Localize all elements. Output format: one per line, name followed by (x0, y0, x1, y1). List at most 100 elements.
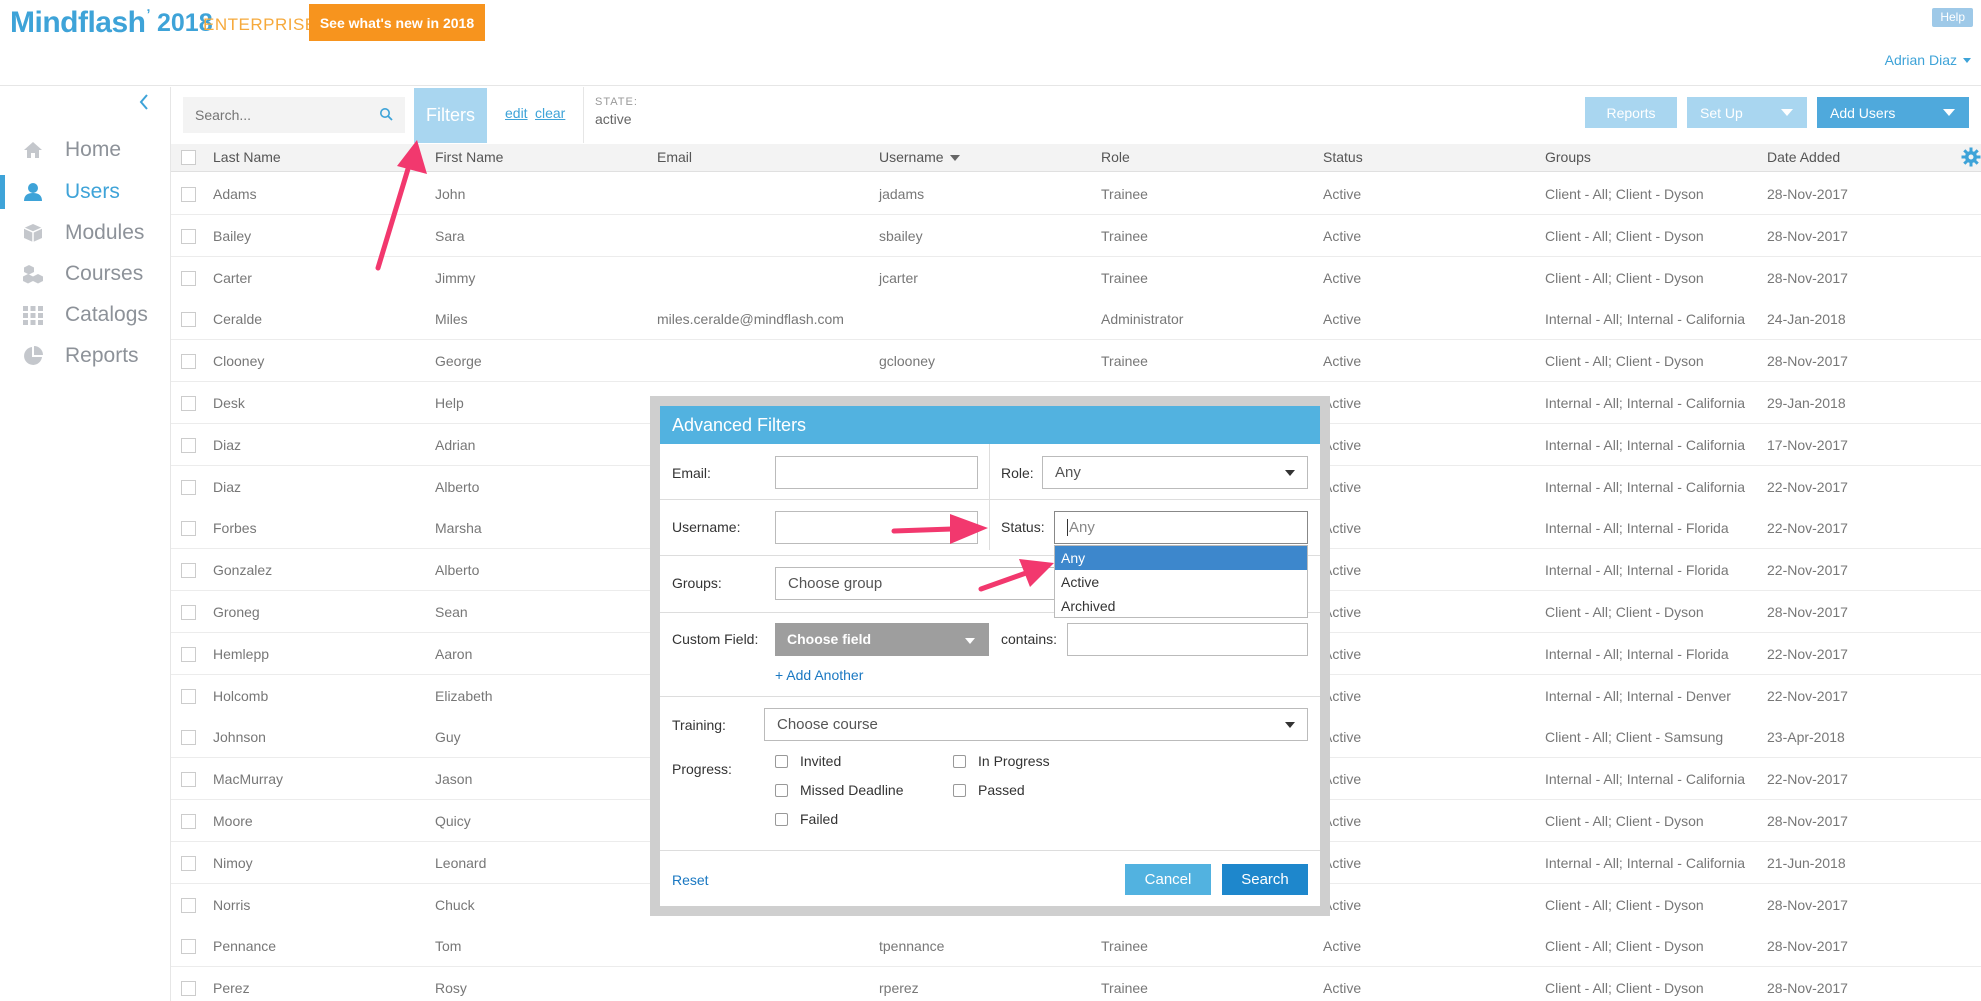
row-checkbox[interactable] (181, 396, 196, 411)
cell-groups: Client - All; Client - Dyson (1545, 813, 1704, 829)
progress-in-progress[interactable]: In Progress (953, 753, 1050, 769)
row-checkbox[interactable] (181, 939, 196, 955)
row-checkbox[interactable] (181, 354, 196, 370)
checkbox[interactable] (775, 812, 788, 826)
column-header-username[interactable]: Username (879, 149, 960, 165)
sidebar-item-reports[interactable]: Reports (0, 337, 171, 375)
sidebar-item-home[interactable]: Home (0, 131, 171, 169)
sidebar-item-modules[interactable]: Modules (0, 214, 171, 252)
training-select[interactable]: Choose course (764, 708, 1308, 741)
checkbox[interactable] (775, 754, 788, 768)
setup-button[interactable]: Set Up (1687, 97, 1807, 128)
column-header-last-name[interactable]: Last Name (213, 149, 281, 165)
sidebar-item-courses[interactable]: Courses (0, 255, 171, 293)
select-all-checkbox[interactable] (181, 150, 196, 165)
row-checkbox[interactable] (181, 646, 196, 662)
checkbox-label: Missed Deadline (800, 782, 904, 798)
column-header-role[interactable]: Role (1101, 149, 1130, 165)
collapse-chevron-icon[interactable] (137, 92, 151, 112)
user-menu[interactable]: Adrian Diaz (1885, 52, 1971, 68)
table-row[interactable]: Ceralde Miles miles.ceralde@mindflash.com A… (171, 298, 1981, 341)
search-input[interactable] (183, 97, 405, 133)
column-header-status[interactable]: Status (1323, 149, 1363, 165)
add-users-button[interactable]: Add Users (1817, 97, 1969, 128)
checkbox-label: Invited (800, 753, 842, 769)
row-checkbox[interactable] (181, 688, 196, 704)
row-checkbox[interactable] (181, 228, 196, 244)
progress-missed-deadline[interactable]: Missed Deadline (775, 782, 904, 798)
whats-new-button[interactable]: See what's new in 2018 (309, 4, 485, 41)
sidebar-item-catalogs[interactable]: Catalogs (0, 296, 171, 334)
contains-field[interactable] (1067, 623, 1308, 656)
status-option-active[interactable]: Active (1055, 570, 1307, 594)
gear-icon[interactable] (1961, 147, 1981, 167)
table-row[interactable]: Carter Jimmy jcarter Trainee Active Client - … (171, 256, 1981, 299)
row-checkbox[interactable] (181, 605, 196, 620)
row-checkbox[interactable] (181, 479, 196, 495)
status-input[interactable]: Any (1054, 511, 1308, 544)
column-header-email[interactable]: Email (657, 149, 692, 165)
column-header-date-added[interactable]: Date Added (1767, 149, 1840, 165)
cell-groups: Internal - All; Internal - Denver (1545, 687, 1731, 704)
cell-first-name: Sean (435, 604, 468, 620)
row-checkbox[interactable] (181, 814, 196, 829)
row-checkbox[interactable] (181, 730, 196, 746)
filters-button[interactable]: Filters (414, 88, 487, 143)
cell-username: gclooney (879, 353, 936, 370)
cell-last-name: Desk (213, 395, 245, 411)
status-dropdown-list: Any Active Archived (1054, 545, 1308, 618)
checkbox[interactable] (953, 783, 966, 797)
role-label: Role: (1001, 465, 1034, 481)
mindflash-logo[interactable]: Mindflashʼ (10, 6, 150, 40)
row-checkbox[interactable] (181, 187, 196, 202)
checkbox-label: Passed (978, 782, 1025, 798)
cell-last-name: Bailey (213, 227, 252, 244)
add-another-link[interactable]: + Add Another (775, 667, 863, 683)
cell-date-added: 22-Nov-2017 (1767, 562, 1848, 579)
cell-date-added: 28-Nov-2017 (1767, 813, 1848, 829)
row-checkbox[interactable] (181, 521, 196, 537)
search-icon[interactable] (379, 107, 393, 121)
cell-date-added: 23-Apr-2018 (1767, 729, 1845, 746)
cell-last-name: Hemlepp (213, 645, 270, 662)
pie-chart-icon (24, 346, 43, 365)
progress-passed[interactable]: Passed (953, 782, 1025, 798)
role-select[interactable]: Any (1042, 456, 1308, 489)
table-row[interactable]: Perez Rosy rperez Trainee Active Client - All… (171, 967, 1981, 1001)
status-option-archived[interactable]: Archived (1055, 594, 1307, 618)
reports-button[interactable]: Reports (1585, 97, 1677, 128)
row-checkbox[interactable] (181, 897, 196, 913)
table-row[interactable]: Adams John jadams Trainee Active Client - All… (171, 173, 1981, 215)
table-row[interactable]: Bailey Sara sbailey Trainee Active Client - A… (171, 214, 1981, 257)
checkbox[interactable] (953, 754, 966, 768)
row-checkbox[interactable] (181, 855, 196, 871)
checkbox[interactable] (775, 783, 788, 797)
clear-filters-link[interactable]: clear (535, 105, 565, 121)
edit-filters-link[interactable]: edit (505, 105, 528, 121)
column-header-groups[interactable]: Groups (1545, 149, 1591, 165)
table-row[interactable]: Pennance Tom tpennance Trainee Active Client … (171, 925, 1981, 968)
progress-failed[interactable]: Failed (775, 811, 838, 827)
help-button[interactable]: Help (1932, 8, 1973, 27)
sidebar-item-users[interactable]: Users (0, 173, 171, 211)
custom-field-select[interactable]: Choose field (775, 623, 989, 656)
table-row[interactable]: Clooney George gclooney Trainee Active Client… (171, 340, 1981, 383)
row-checkbox[interactable] (181, 437, 196, 453)
cell-role: Trainee (1101, 353, 1148, 370)
chevron-down-icon (965, 638, 975, 644)
row-checkbox[interactable] (181, 981, 196, 997)
cancel-button[interactable]: Cancel (1125, 864, 1211, 895)
cell-username: tpennance (879, 938, 945, 955)
row-checkbox[interactable] (181, 772, 196, 788)
status-option-any[interactable]: Any (1055, 546, 1307, 570)
reset-link[interactable]: Reset (672, 872, 709, 888)
row-checkbox[interactable] (181, 270, 196, 286)
row-checkbox[interactable] (181, 312, 196, 328)
row-checkbox[interactable] (181, 563, 196, 579)
divider (660, 850, 1320, 851)
email-field[interactable] (775, 456, 978, 489)
search-button[interactable]: Search (1222, 864, 1308, 895)
column-header-first-name[interactable]: First Name (435, 149, 503, 165)
progress-invited[interactable]: Invited (775, 753, 841, 769)
cell-email: miles.ceralde@mindflash.com (657, 311, 844, 328)
